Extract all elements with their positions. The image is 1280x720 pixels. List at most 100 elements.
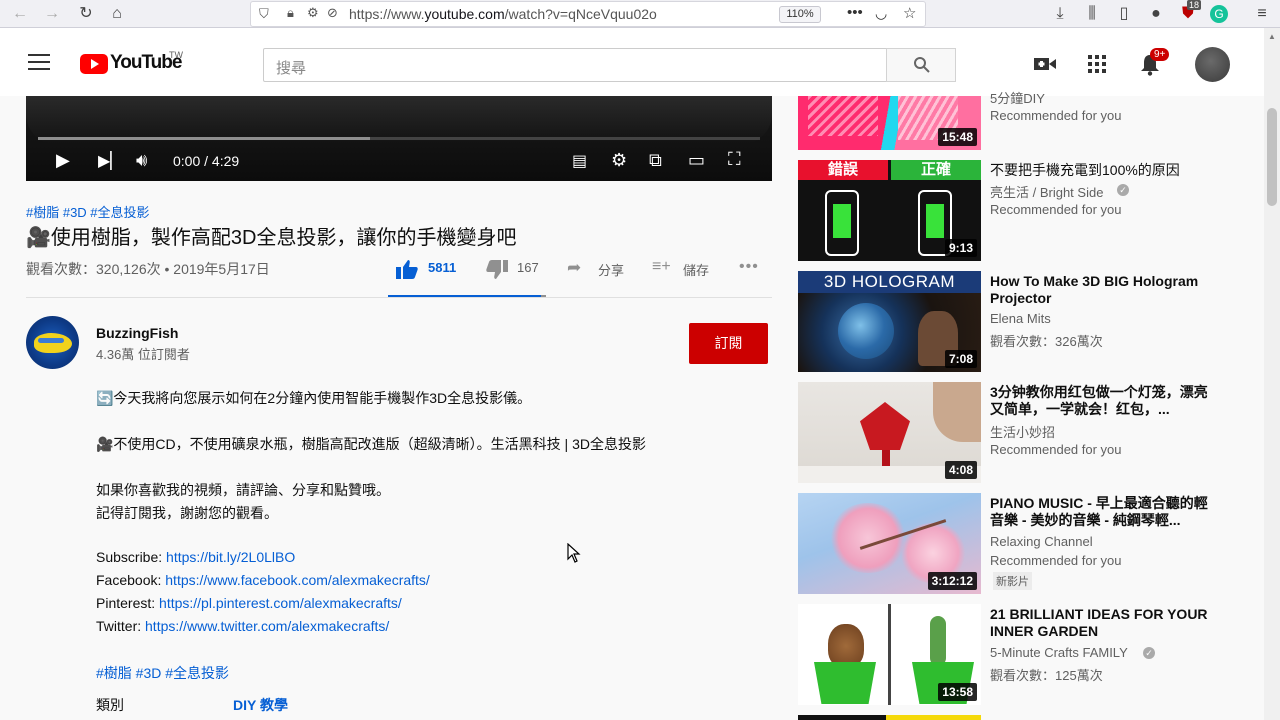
youtube-logo-icon[interactable] [80, 54, 108, 74]
video-thumbnail[interactable]: 15:48 [798, 96, 981, 150]
video-thumbnail[interactable]: 錯誤 正確 9:13 [798, 160, 981, 261]
pocket-icon[interactable]: ◡ [875, 5, 887, 22]
mouse-cursor-icon [567, 543, 581, 563]
category-link[interactable]: DIY 教學 [233, 695, 288, 715]
miniplayer-icon[interactable]: ⧉ [649, 150, 662, 171]
divider [26, 297, 772, 298]
video-thumbnail[interactable] [798, 715, 981, 720]
library-icon[interactable]: ⫼ [1082, 4, 1102, 24]
video-thumbnail[interactable]: 3:12:12 [798, 493, 981, 594]
subscribe-link[interactable]: https://bit.ly/2L0LlBO [166, 549, 295, 565]
guide-menu-icon[interactable] [28, 52, 50, 70]
facebook-link[interactable]: https://www.facebook.com/alexmakecrafts/ [165, 572, 430, 588]
recommendation-card[interactable]: 15:48 5分鐘DIY Recommended for you [798, 91, 1238, 150]
sidebar-icon[interactable]: ▯ [1114, 4, 1134, 24]
page-scrollbar[interactable]: ▲ [1264, 28, 1280, 720]
menu-icon[interactable]: ≡ [1252, 4, 1272, 24]
recommendation-card[interactable]: 13:58 21 BRILLIANT IDEAS FOR YOUR INNER … [798, 604, 1238, 705]
grammarly-icon[interactable]: G [1210, 5, 1228, 23]
description-hashtags[interactable]: #樹脂 #3D #全息投影 [96, 663, 229, 683]
link-label: Subscribe: [96, 549, 163, 565]
channel-name[interactable]: Relaxing Channel [990, 534, 1093, 549]
dislike-count[interactable]: 167 [517, 260, 539, 275]
scroll-up-icon[interactable]: ▲ [1268, 32, 1276, 41]
search-input[interactable]: 搜尋 [263, 48, 887, 82]
forward-icon[interactable]: → [42, 4, 62, 24]
channel-name[interactable]: 生活小妙招 [990, 422, 1055, 441]
thumbnail-text: 3D HOLOGRAM [798, 271, 981, 293]
video-title[interactable]: 3分钟教你用红包做一个灯笼，漂亮又简单，一学就会！红包，... [990, 384, 1218, 418]
channel-name[interactable]: 亮生活 / Bright Side [990, 182, 1103, 201]
description-line: 🎥不使用CD，不使用礦泉水瓶，樹脂高配改進版（超級清晰）。生活黑科技 | 3D全… [96, 436, 646, 452]
subscribe-button[interactable]: 訂閱 [689, 323, 768, 364]
save-button[interactable]: 儲存 [683, 260, 709, 279]
zoom-level[interactable]: 110% [779, 6, 821, 23]
twitter-link[interactable]: https://www.twitter.com/alexmakecrafts/ [145, 618, 389, 634]
channel-name[interactable]: Elena Mits [990, 311, 1051, 326]
video-title[interactable]: 不要把手機充電到100%的原因 [990, 162, 1218, 179]
avatar[interactable] [1195, 47, 1230, 82]
subscriber-count: 4.36萬 位訂閱者 [96, 347, 190, 362]
play-icon[interactable]: ▶ [56, 150, 70, 171]
video-thumbnail[interactable]: 4:08 [798, 382, 981, 483]
recommendation-card[interactable]: 3:12:12 PIANO MUSIC - 早上最適合聽的輕音樂 - 美妙的音樂… [798, 493, 1238, 594]
recommendation-card[interactable] [798, 715, 1238, 720]
create-video-icon[interactable] [1034, 56, 1056, 72]
back-icon[interactable]: ← [10, 4, 30, 24]
like-icon[interactable] [396, 259, 418, 279]
channel-avatar[interactable] [26, 316, 79, 369]
video-title: 🎥使用樹脂，製作高配3D全息投影，讓你的手機變身吧 [26, 227, 517, 249]
video-title[interactable]: PIANO MUSIC - 早上最適合聽的輕音樂 - 美妙的音樂 - 純鋼琴輕.… [990, 495, 1218, 529]
reload-icon[interactable]: ↻ [76, 4, 96, 24]
progress-bar[interactable] [38, 137, 760, 140]
video-thumbnail[interactable]: 13:58 [798, 604, 981, 705]
lock-icon[interactable]: 🔒︎ [287, 5, 294, 21]
channel-name[interactable]: 5-Minute Crafts FAMILY [990, 645, 1128, 660]
permissions-icon[interactable]: ⚙ [307, 5, 319, 21]
save-to-playlist-icon[interactable]: ≡+ [652, 258, 671, 276]
volume-icon[interactable]: 🔊︎ [136, 150, 147, 171]
shield-icon[interactable]: ⛉ [259, 6, 269, 22]
search-icon [914, 57, 930, 73]
pinterest-link[interactable]: https://pl.pinterest.com/alexmakecrafts/ [159, 595, 402, 611]
search-button[interactable] [886, 48, 956, 82]
video-title[interactable]: How To Make 3D BIG Hologram Projector [990, 273, 1218, 307]
video-title[interactable]: 21 BRILLIANT IDEAS FOR YOUR INNER GARDEN [990, 606, 1218, 640]
recommendation-card[interactable]: 4:08 3分钟教你用红包做一个灯笼，漂亮又简单，一学就会！红包，... 生活小… [798, 382, 1238, 483]
verified-icon: ✓ [1143, 647, 1155, 659]
settings-gear-icon[interactable]: ⚙ [611, 150, 627, 171]
subtitles-icon[interactable]: ▤ [572, 151, 587, 171]
logo-region: TW [169, 50, 183, 60]
twitter-link-line: Twitter: https://www.twitter.com/alexmak… [96, 618, 389, 634]
video-hashtags[interactable]: #樹脂 #3D #全息投影 [26, 202, 150, 221]
fullscreen-icon[interactable]: ⛶ [728, 149, 741, 170]
video-thumbnail[interactable]: 3D HOLOGRAM 7:08 [798, 271, 981, 372]
bookmark-star-icon[interactable]: ☆ [903, 4, 916, 22]
apps-grid-icon[interactable] [1088, 55, 1106, 73]
masthead: YouTube TW 搜尋 9+ [0, 28, 1264, 96]
scrollbar-thumb[interactable] [1267, 108, 1277, 206]
description-line: 記得訂閱我，謝謝您的觀看。 [96, 505, 278, 521]
recommendation-card[interactable]: 錯誤 正確 9:13 不要把手機充電到100%的原因 亮生活 / Bright … [798, 160, 1238, 261]
recommendation-card[interactable]: 3D HOLOGRAM 7:08 How To Make 3D BIG Holo… [798, 271, 1238, 372]
like-count[interactable]: 5811 [428, 260, 456, 275]
page-actions-icon[interactable]: ••• [847, 4, 863, 21]
home-icon[interactable]: ⌂ [107, 4, 127, 24]
download-icon[interactable]: ⤓ [1050, 4, 1070, 24]
thumbnail-text: 錯誤 [798, 160, 888, 180]
share-icon[interactable]: ➦ [567, 258, 581, 278]
account-icon[interactable]: ● [1146, 4, 1166, 24]
dislike-icon[interactable] [486, 260, 508, 280]
video-player[interactable]: ▶ ▶▏ 🔊︎ 0:00 / 4:29 ▤ ⚙ ⧉ ▭ ⛶ [26, 96, 772, 181]
video-title[interactable]: 5分鐘DIY [990, 90, 1218, 107]
more-actions-icon[interactable]: ••• [739, 258, 759, 276]
channel-name[interactable]: BuzzingFish [96, 325, 178, 341]
next-icon[interactable]: ▶▏ [98, 151, 123, 171]
view-count-date: 觀看次數：320,126次 • 2019年5月17日 [26, 261, 270, 277]
address-bar[interactable]: ⛉ 🔒︎ ⚙ ⊘ https://www.youtube.com/watch?v… [250, 1, 926, 27]
share-button[interactable]: 分享 [598, 260, 624, 279]
url-text[interactable]: https://www.youtube.com/watch?v=qNceVquu… [349, 6, 657, 22]
recommendation-reason: Recommended for you [990, 202, 1122, 217]
theater-mode-icon[interactable]: ▭ [688, 150, 705, 171]
autoplay-blocked-icon[interactable]: ⊘ [327, 5, 338, 21]
